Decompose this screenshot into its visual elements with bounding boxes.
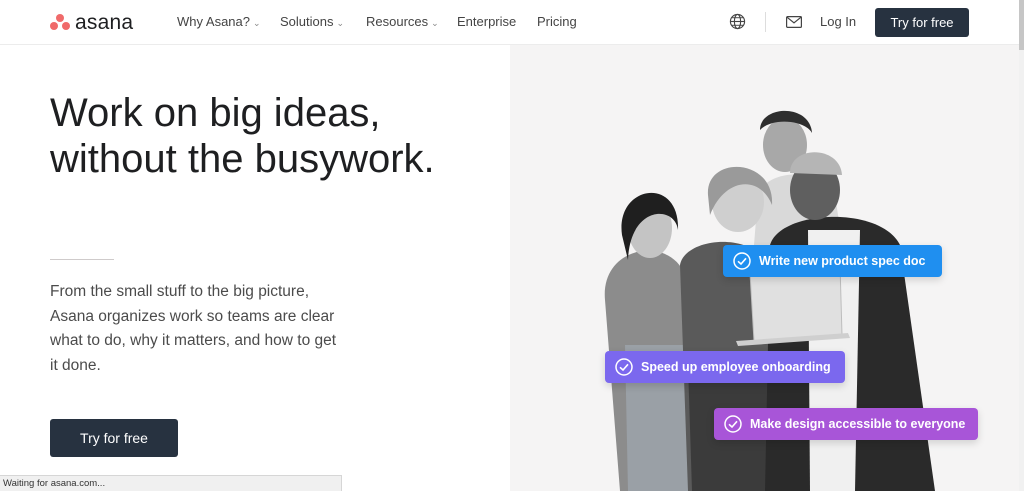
hero-description: From the small stuff to the big picture,… <box>50 283 337 374</box>
top-navigation: asana Why Asana? ⌄ Solutions ⌄ Resources ⌄ … <box>0 0 1019 45</box>
check-circle-icon <box>733 252 751 270</box>
hero-title-line-1: Work on big ideas, <box>50 91 381 135</box>
nav-pricing[interactable]: Pricing <box>537 14 577 29</box>
nav-enterprise-label: Enterprise <box>457 14 517 29</box>
chevron-down-icon: ⌄ <box>431 18 439 28</box>
chevron-down-icon: ⌄ <box>336 18 345 28</box>
browser-status-bar: Waiting for asana.com... <box>0 475 342 491</box>
nav-enterprise[interactable]: Enterprise <box>457 14 516 29</box>
globe-icon[interactable] <box>729 13 746 30</box>
try-for-free-nav-button[interactable]: Try for free <box>875 8 969 37</box>
page-scrollbar[interactable] <box>1019 0 1024 491</box>
brand-name: asana <box>75 11 134 34</box>
nav-solutions[interactable]: Solutions ⌄ <box>280 14 344 29</box>
scrollbar-thumb[interactable] <box>1019 0 1024 50</box>
nav-solutions-label: Solutions <box>280 14 334 29</box>
check-circle-icon <box>615 358 633 376</box>
task-chip-product-spec: Write new product spec doc <box>723 245 942 277</box>
asana-logo-icon <box>50 14 70 32</box>
nav-pricing-label: Pricing <box>537 14 577 29</box>
task-chip-design-accessible: Make design accessible to everyone <box>714 408 978 440</box>
try-for-free-hero-button[interactable]: Try for free <box>50 419 178 457</box>
task-label: Make design accessible to everyone <box>750 417 966 431</box>
hero-title: Work on big ideas, without the busywork. <box>50 90 490 182</box>
nav-resources[interactable]: Resources ⌄ <box>366 14 439 29</box>
task-chip-onboarding: Speed up employee onboarding <box>605 351 845 383</box>
mail-icon[interactable] <box>786 16 802 28</box>
check-circle-icon <box>724 415 742 433</box>
hero-title-line-2: without the busywork. <box>50 137 435 181</box>
asana-logo[interactable]: asana <box>50 11 133 35</box>
task-label: Write new product spec doc <box>759 254 926 268</box>
nav-why-asana-label: Why Asana? <box>177 14 250 29</box>
nav-resources-label: Resources <box>366 14 429 29</box>
login-link[interactable]: Log In <box>820 14 856 29</box>
task-label: Speed up employee onboarding <box>641 360 831 374</box>
hero-divider <box>50 259 114 260</box>
chevron-down-icon: ⌄ <box>253 18 261 28</box>
nav-why-asana[interactable]: Why Asana? ⌄ <box>177 14 261 29</box>
nav-divider <box>765 12 766 32</box>
